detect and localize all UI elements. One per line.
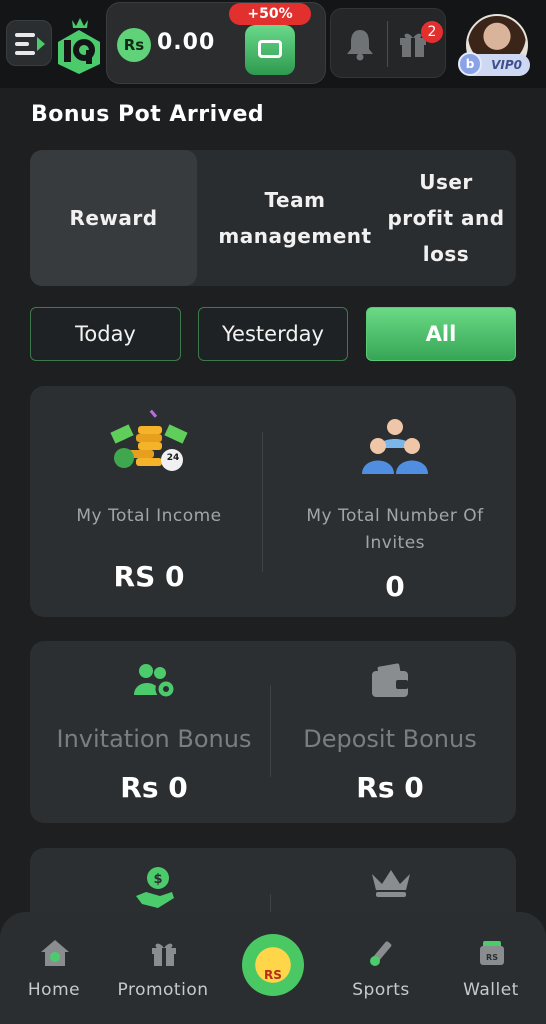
balance-panel: Rs 0.00 +50% bbox=[106, 2, 326, 84]
nav-label: Home bbox=[27, 980, 81, 1000]
coins-icon bbox=[110, 409, 188, 471]
bell-icon[interactable] bbox=[345, 27, 375, 61]
nav-label: Wallet bbox=[463, 980, 519, 1000]
deposit-bonus-label: Deposit Bonus bbox=[303, 725, 477, 753]
invitation-bonus-label: Invitation Bonus bbox=[56, 725, 252, 753]
filter-today[interactable]: Today bbox=[30, 307, 181, 361]
deposit-bonus-tag: +50% bbox=[229, 3, 311, 25]
vip-level-label: VIP0 bbox=[491, 58, 522, 72]
filter-yesterday[interactable]: Yesterday bbox=[198, 307, 348, 361]
filter-all[interactable]: All bbox=[366, 307, 516, 361]
menu-button[interactable] bbox=[6, 20, 52, 66]
divider bbox=[262, 432, 263, 572]
svg-text:$: $ bbox=[153, 872, 162, 887]
tab-label: Reward bbox=[69, 206, 158, 230]
invitation-bonus-value: Rs 0 bbox=[120, 771, 188, 804]
nav-home[interactable]: Home bbox=[4, 912, 104, 1024]
bottom-nav: Home Promotion RS Sports RS Wallet bbox=[0, 912, 546, 1024]
deposit-button[interactable] bbox=[245, 25, 295, 75]
wallet-icon bbox=[372, 663, 408, 697]
crown-icon bbox=[372, 870, 410, 897]
income-badge: 24 bbox=[166, 453, 180, 463]
invitation-bonus-icon bbox=[134, 664, 176, 699]
vip-badge[interactable]: b VIP0 bbox=[458, 52, 530, 76]
balance-value: 0.00 bbox=[157, 30, 216, 55]
page-title: Bonus Pot Arrived bbox=[31, 102, 265, 127]
notification-panel: 2 bbox=[330, 8, 446, 78]
gift-count-badge: 2 bbox=[421, 21, 443, 43]
tab-label: User profit and loss bbox=[387, 170, 505, 266]
deposit-bonus-value: Rs 0 bbox=[356, 771, 424, 804]
total-invites-value: 0 bbox=[385, 570, 405, 603]
wallet-card-icon bbox=[258, 40, 282, 58]
tab-label: Team management bbox=[218, 188, 372, 248]
wallet-icon: RS bbox=[480, 941, 504, 965]
divider bbox=[387, 21, 388, 67]
vip-emblem-icon: b bbox=[458, 52, 482, 76]
total-income-label: My Total Income bbox=[76, 506, 222, 526]
nav-sports[interactable]: Sports bbox=[331, 912, 431, 1024]
summary-card: 24 My Total Income RS 0 My Total Number … bbox=[30, 386, 516, 617]
nav-promotion[interactable]: Promotion bbox=[113, 912, 213, 1024]
nav-label: Promotion bbox=[117, 980, 209, 1000]
bonus-card: Invitation Bonus Rs 0 Deposit Bonus Rs 0 bbox=[30, 641, 516, 823]
cricket-icon bbox=[370, 941, 392, 966]
money-bag-icon: RS bbox=[264, 968, 282, 982]
divider bbox=[270, 685, 271, 777]
brand-logo[interactable] bbox=[54, 14, 104, 74]
top-bar: Rs 0.00 +50% 2 b VIP0 bbox=[0, 0, 546, 88]
currency-icon: Rs bbox=[117, 28, 151, 62]
home-icon bbox=[41, 940, 69, 966]
total-invites-label: My Total Number Of Invites bbox=[306, 506, 484, 553]
tab-bar: Reward Team management User profit and l… bbox=[30, 150, 516, 286]
tab-user-profit-and-loss[interactable]: User profit and loss bbox=[380, 150, 512, 286]
svg-text:RS: RS bbox=[486, 953, 498, 962]
menu-icon bbox=[15, 33, 45, 55]
nav-center-rs-button[interactable]: RS bbox=[242, 934, 304, 996]
tab-reward[interactable]: Reward bbox=[30, 150, 197, 286]
nav-label: Sports bbox=[352, 980, 410, 1000]
hand-money-icon: $ bbox=[136, 867, 174, 908]
nav-wallet[interactable]: RS Wallet bbox=[441, 912, 541, 1024]
total-income-value: RS 0 bbox=[113, 560, 185, 593]
gift-icon bbox=[152, 943, 176, 966]
tab-team-management[interactable]: Team management bbox=[210, 150, 380, 286]
team-icon bbox=[362, 419, 428, 474]
